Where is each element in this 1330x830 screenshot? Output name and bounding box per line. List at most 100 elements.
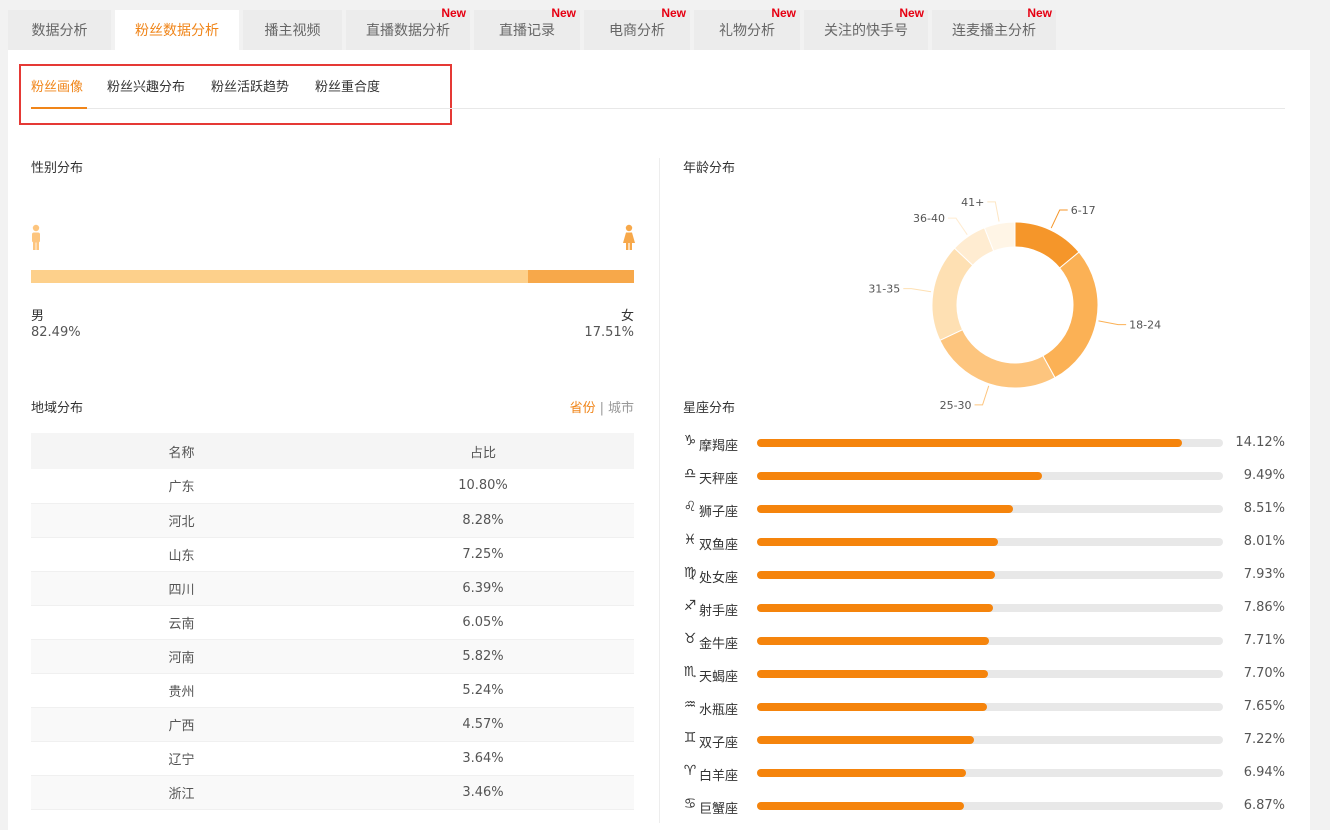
column-divider — [659, 158, 660, 823]
zodiac-section-title: 星座分布 — [683, 401, 736, 416]
subtab-fan-overlap[interactable]: 粉丝重合度 — [315, 76, 380, 95]
zodiac-percent: 8.01% — [1243, 534, 1285, 549]
zodiac-bar-track — [757, 538, 1223, 546]
age-label: 41+ — [961, 196, 984, 209]
male-label: 男 — [31, 309, 45, 324]
subtab-fan-activity[interactable]: 粉丝活跃趋势 — [211, 76, 289, 95]
age-leader-line — [1098, 320, 1127, 326]
top-tab-8[interactable]: 连麦播主分析 New — [932, 6, 1056, 50]
zodiac-name: 天秤座 — [699, 472, 739, 487]
region-ratio: 8.28% — [332, 503, 634, 538]
zodiac-name: 白羊座 — [699, 769, 739, 784]
new-badge: New — [661, 6, 686, 20]
top-tab-6[interactable]: 礼物分析 New — [694, 6, 800, 50]
zodiac-percent: 9.49% — [1243, 468, 1285, 483]
column-header-ratio: 占比 — [332, 433, 634, 469]
zodiac-bar-track — [757, 472, 1223, 480]
zodiac-row: ♍ 处女座 7.93% — [683, 565, 1287, 586]
zodiac-symbol-icon: ♑ — [683, 433, 697, 449]
age-leader-line — [1050, 209, 1068, 229]
region-name: 贵州 — [31, 673, 332, 708]
toggle-province[interactable]: 省份 — [570, 401, 596, 416]
zodiac-name: 巨蟹座 — [699, 802, 739, 817]
zodiac-percent: 7.65% — [1243, 699, 1285, 714]
region-name: 广西 — [31, 707, 332, 742]
zodiac-name: 处女座 — [699, 571, 739, 586]
region-name: 广东 — [31, 469, 332, 504]
top-tab-label: 播主视频 — [264, 23, 321, 39]
zodiac-name: 水瓶座 — [699, 703, 739, 718]
zodiac-bar-track — [757, 439, 1223, 447]
age-slice-31-35[interactable] — [931, 247, 974, 342]
top-tab-5[interactable]: 电商分析 New — [584, 6, 690, 50]
region-ratio: 3.64% — [332, 741, 634, 776]
zodiac-bar-track — [757, 703, 1223, 711]
age-label: 18-24 — [1129, 319, 1161, 332]
age-leader-line — [974, 385, 990, 406]
zodiac-name: 射手座 — [699, 604, 739, 619]
new-badge: New — [899, 6, 924, 20]
zodiac-percent: 7.71% — [1243, 633, 1285, 648]
zodiac-percent: 6.94% — [1243, 765, 1285, 780]
top-tab-1[interactable]: 粉丝数据分析 — [115, 10, 239, 50]
female-percent: 17.51% — [584, 325, 634, 340]
zodiac-row: ♐ 射手座 7.86% — [683, 598, 1287, 619]
age-label: 31-35 — [868, 283, 900, 296]
zodiac-row: ♓ 双鱼座 8.01% — [683, 532, 1287, 553]
top-tab-2[interactable]: 播主视频 — [243, 10, 342, 50]
table-row: 河南 5.82% — [31, 639, 634, 674]
zodiac-row: ♋ 巨蟹座 6.87% — [683, 796, 1287, 817]
zodiac-bar-fill — [757, 472, 1043, 480]
top-tab-7[interactable]: 关注的快手号 New — [804, 6, 928, 50]
subtab-fan-portrait[interactable]: 粉丝画像 — [31, 76, 83, 95]
zodiac-row: ♌ 狮子座 8.51% — [683, 499, 1287, 520]
top-tab-label: 连麦播主分析 — [952, 23, 1036, 39]
age-leader-line — [903, 288, 932, 293]
region-name: 四川 — [31, 571, 332, 606]
region-name: 河南 — [31, 639, 332, 674]
toggle-city[interactable]: 城市 — [608, 401, 634, 416]
top-tab-3[interactable]: 直播数据分析 New — [346, 6, 470, 50]
age-label: 25-30 — [940, 399, 972, 410]
top-tab-label: 粉丝数据分析 — [135, 23, 219, 39]
top-tab-label: 直播数据分析 — [366, 23, 450, 39]
table-row: 广东 10.80% — [31, 469, 634, 504]
region-ratio: 5.24% — [332, 673, 634, 708]
zodiac-bar-fill — [757, 736, 975, 744]
gender-ratio-bar — [31, 270, 634, 283]
zodiac-bar-track — [757, 571, 1223, 579]
region-ratio: 6.05% — [332, 605, 634, 640]
table-row: 广西 4.57% — [31, 707, 634, 742]
zodiac-name: 天蝎座 — [699, 670, 739, 685]
zodiac-symbol-icon: ♋ — [683, 796, 697, 812]
gender-female-segment — [528, 270, 634, 283]
subtab-active-indicator — [31, 107, 87, 109]
male-icon — [32, 224, 40, 250]
zodiac-bar-track — [757, 736, 1223, 744]
zodiac-row: ♊ 双子座 7.22% — [683, 730, 1287, 751]
zodiac-name: 金牛座 — [699, 637, 739, 652]
table-row: 云南 6.05% — [31, 605, 634, 640]
table-row: 河北 8.28% — [31, 503, 634, 538]
zodiac-bar-fill — [757, 538, 998, 546]
table-row: 山东 7.25% — [31, 537, 634, 572]
gender-section-title: 性别分布 — [31, 161, 84, 176]
age-label: 36-40 — [913, 212, 945, 225]
zodiac-bar-fill — [757, 637, 989, 645]
region-ratio: 5.82% — [332, 639, 634, 674]
region-name: 辽宁 — [31, 741, 332, 776]
age-section-title: 年龄分布 — [683, 161, 736, 176]
top-tab-label: 直播记录 — [499, 23, 555, 39]
toggle-separator: | — [599, 401, 604, 416]
top-tab-bar: 数据分析 粉丝数据分析 播主视频 直播数据分析 New 直播记录 New 电商分析 New 礼物分… — [8, 6, 1056, 50]
zodiac-symbol-icon: ♌ — [683, 499, 697, 515]
zodiac-symbol-icon: ♎ — [683, 466, 697, 482]
table-header-row: 名称 占比 — [31, 433, 634, 469]
region-ratio: 3.46% — [332, 775, 634, 810]
age-slice-18-24[interactable] — [1042, 251, 1099, 379]
top-tab-4[interactable]: 直播记录 New — [474, 6, 580, 50]
age-slice-25-30[interactable] — [939, 329, 1056, 389]
subtab-fan-interest[interactable]: 粉丝兴趣分布 — [107, 76, 185, 95]
top-tab-0[interactable]: 数据分析 — [8, 10, 111, 50]
zodiac-bar-track — [757, 637, 1223, 645]
